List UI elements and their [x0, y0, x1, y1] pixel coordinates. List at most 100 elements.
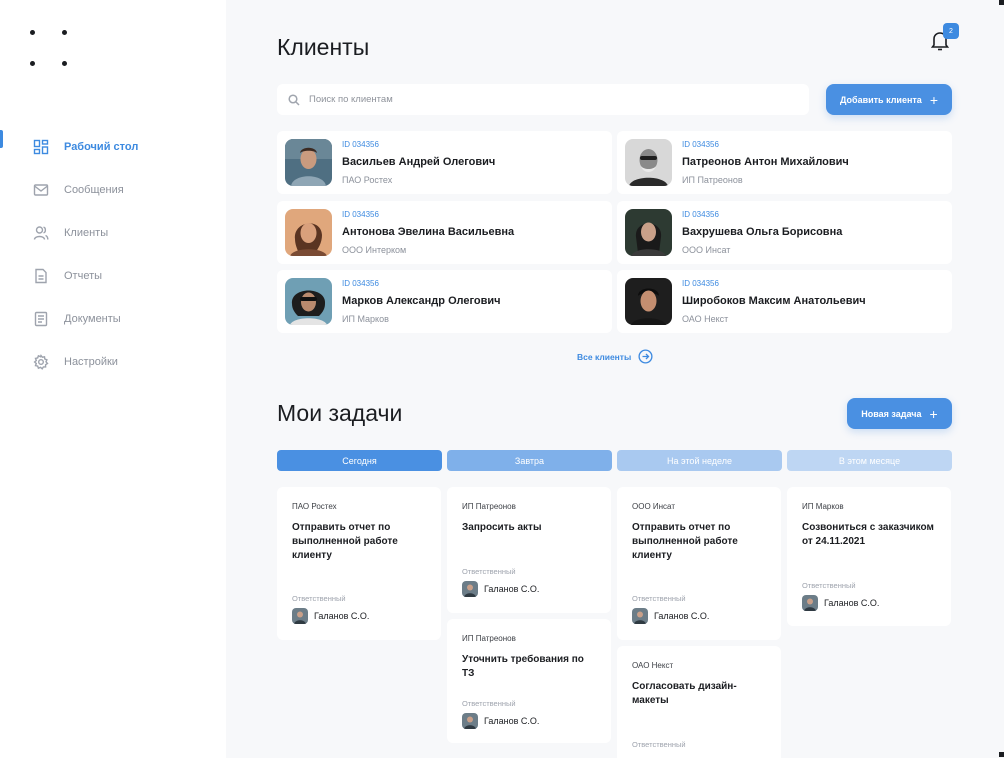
client-name: Антонова Эвелина Васильевна — [342, 226, 515, 238]
client-company: ООО Интерком — [342, 245, 407, 255]
task-title: Уточнить требования по ТЗ — [462, 654, 584, 679]
task-title: Отправить отчет по выполненной работе кл… — [632, 522, 738, 561]
responsible-name: Галанов С.О. — [314, 611, 370, 621]
corner-mark — [999, 0, 1004, 5]
client-id: ID 034356 — [682, 279, 719, 288]
client-id: ID 034356 — [342, 279, 379, 288]
add-client-label: Добавить клиента — [840, 94, 922, 105]
task-company: ОАО Некст — [632, 661, 674, 670]
tab-this-week[interactable]: На этой неделе — [617, 450, 782, 471]
client-id: ID 034356 — [682, 140, 719, 149]
tasks-title: Мои задачи — [277, 400, 403, 426]
client-id: ID 034356 — [342, 140, 379, 149]
task-card[interactable]: ИП Марков Созвониться с заказчиком от 24… — [787, 487, 951, 626]
client-card[interactable]: ID 034356 Патреонов Антон Михайлович ИП … — [617, 131, 952, 194]
task-card[interactable]: ООО Инсат Отправить отчет по выполненной… — [617, 487, 781, 640]
client-card[interactable]: ID 034356 Антонова Эвелина Васильевна ОО… — [277, 201, 612, 264]
sidebar-item-label: Настройки — [64, 355, 118, 368]
corner-mark — [999, 752, 1004, 757]
sidebar-item-settings[interactable]: Настройки — [0, 340, 226, 383]
client-avatar — [285, 278, 332, 325]
logo[interactable] — [30, 30, 70, 70]
plus-icon: + — [929, 405, 938, 422]
client-card[interactable]: ID 034356 Вахрушева Ольга Борисовна ООО … — [617, 201, 952, 264]
tab-this-month[interactable]: В этом месяце — [787, 450, 952, 471]
task-card[interactable]: ОАО Некст Согласовать дизайн-макеты Отве… — [617, 646, 781, 758]
client-company: ООО Инсат — [682, 245, 731, 255]
task-card[interactable]: ИП Патреонов Запросить акты Ответственны… — [447, 487, 611, 613]
client-card[interactable]: ID 034356 Широбоков Максим Анатольевич О… — [617, 270, 952, 333]
sidebar: Рабочий стол Сообщения Клиенты Отчеты До… — [0, 0, 226, 758]
task-tabs: Сегодня Завтра На этой неделе В этом мес… — [277, 450, 952, 471]
responsible: Галанов С.О. — [632, 608, 709, 624]
task-title: Согласовать дизайн-макеты — [632, 681, 737, 706]
sidebar-item-messages[interactable]: Сообщения — [0, 168, 226, 211]
client-avatar — [625, 139, 672, 186]
tab-today[interactable]: Сегодня — [277, 450, 442, 471]
client-card[interactable]: ID 034356 Марков Александр Олегович ИП М… — [277, 270, 612, 333]
client-company: ПАО Ростех — [342, 175, 393, 185]
client-card[interactable]: ID 034356 Васильев Андрей Олегович ПАО Р… — [277, 131, 612, 194]
client-id: ID 034356 — [682, 210, 719, 219]
responsible-label: Ответственный — [292, 594, 346, 603]
sidebar-item-label: Клиенты — [64, 226, 109, 239]
responsible-name: Галанов С.О. — [654, 611, 710, 621]
new-task-button[interactable]: Новая задача + — [847, 398, 952, 429]
new-task-label: Новая задача — [861, 408, 922, 419]
task-card[interactable]: ИП Патреонов Уточнить требования по ТЗ О… — [447, 619, 611, 743]
task-company: ИП Патреонов — [462, 634, 516, 643]
responsible: Галанов С.О. — [462, 581, 539, 597]
responsible-label: Ответственный — [802, 581, 856, 590]
sidebar-item-documents[interactable]: Документы — [0, 297, 226, 340]
document-icon — [32, 310, 49, 327]
sidebar-item-label: Документы — [64, 312, 121, 325]
responsible-name: Галанов С.О. — [824, 598, 880, 608]
report-icon — [32, 267, 49, 284]
mail-icon — [32, 181, 49, 198]
sidebar-item-clients[interactable]: Клиенты — [0, 211, 226, 254]
arrow-right-circle-icon — [638, 349, 653, 364]
search-icon — [288, 93, 300, 106]
responsible-label: Ответственный — [462, 567, 516, 576]
client-company: ОАО Некст — [682, 314, 729, 324]
sidebar-item-label: Отчеты — [64, 269, 103, 282]
responsible-label: Ответственный — [632, 594, 686, 603]
tab-tomorrow[interactable]: Завтра — [447, 450, 612, 471]
task-company: ПАО Ростех — [292, 502, 337, 511]
sidebar-item-label: Сообщения — [64, 183, 124, 196]
client-avatar — [625, 209, 672, 256]
responsible-name: Галанов С.О. — [484, 716, 540, 726]
responsible-label: Ответственный — [462, 699, 516, 708]
search-box[interactable] — [277, 84, 809, 115]
task-company: ИП Патреонов — [462, 502, 516, 511]
client-name: Вахрушева Ольга Борисовна — [682, 226, 843, 238]
task-company: ООО Инсат — [632, 502, 675, 511]
client-company: ИП Патреонов — [682, 175, 743, 185]
client-avatar — [625, 278, 672, 325]
client-name: Патреонов Антон Михайлович — [682, 156, 849, 168]
sidebar-item-dashboard[interactable]: Рабочий стол — [0, 125, 226, 168]
avatar — [462, 581, 478, 597]
sidebar-item-label: Рабочий стол — [64, 140, 139, 153]
client-name: Марков Александр Олегович — [342, 295, 501, 307]
add-client-button[interactable]: Добавить клиента + — [826, 84, 952, 115]
avatar — [292, 608, 308, 624]
task-card[interactable]: ПАО Ростех Отправить отчет по выполненно… — [277, 487, 441, 640]
client-id: ID 034356 — [342, 210, 379, 219]
sidebar-item-reports[interactable]: Отчеты — [0, 254, 226, 297]
client-name: Широбоков Максим Анатольевич — [682, 295, 866, 307]
all-clients-label: Все клиенты — [577, 351, 632, 362]
notifications-badge: 2 — [943, 23, 959, 39]
client-avatar — [285, 139, 332, 186]
task-company: ИП Марков — [802, 502, 844, 511]
task-title: Запросить акты — [462, 522, 542, 533]
client-name: Васильев Андрей Олегович — [342, 156, 496, 168]
responsible-label: Ответственный — [632, 740, 686, 749]
sidebar-nav: Рабочий стол Сообщения Клиенты Отчеты До… — [0, 125, 226, 383]
client-company: ИП Марков — [342, 314, 389, 324]
responsible: Галанов С.О. — [292, 608, 369, 624]
all-clients-link[interactable]: Все клиенты — [577, 349, 653, 364]
search-input[interactable] — [309, 94, 789, 105]
responsible: Галанов С.О. — [462, 713, 539, 729]
task-title: Отправить отчет по выполненной работе кл… — [292, 522, 398, 561]
